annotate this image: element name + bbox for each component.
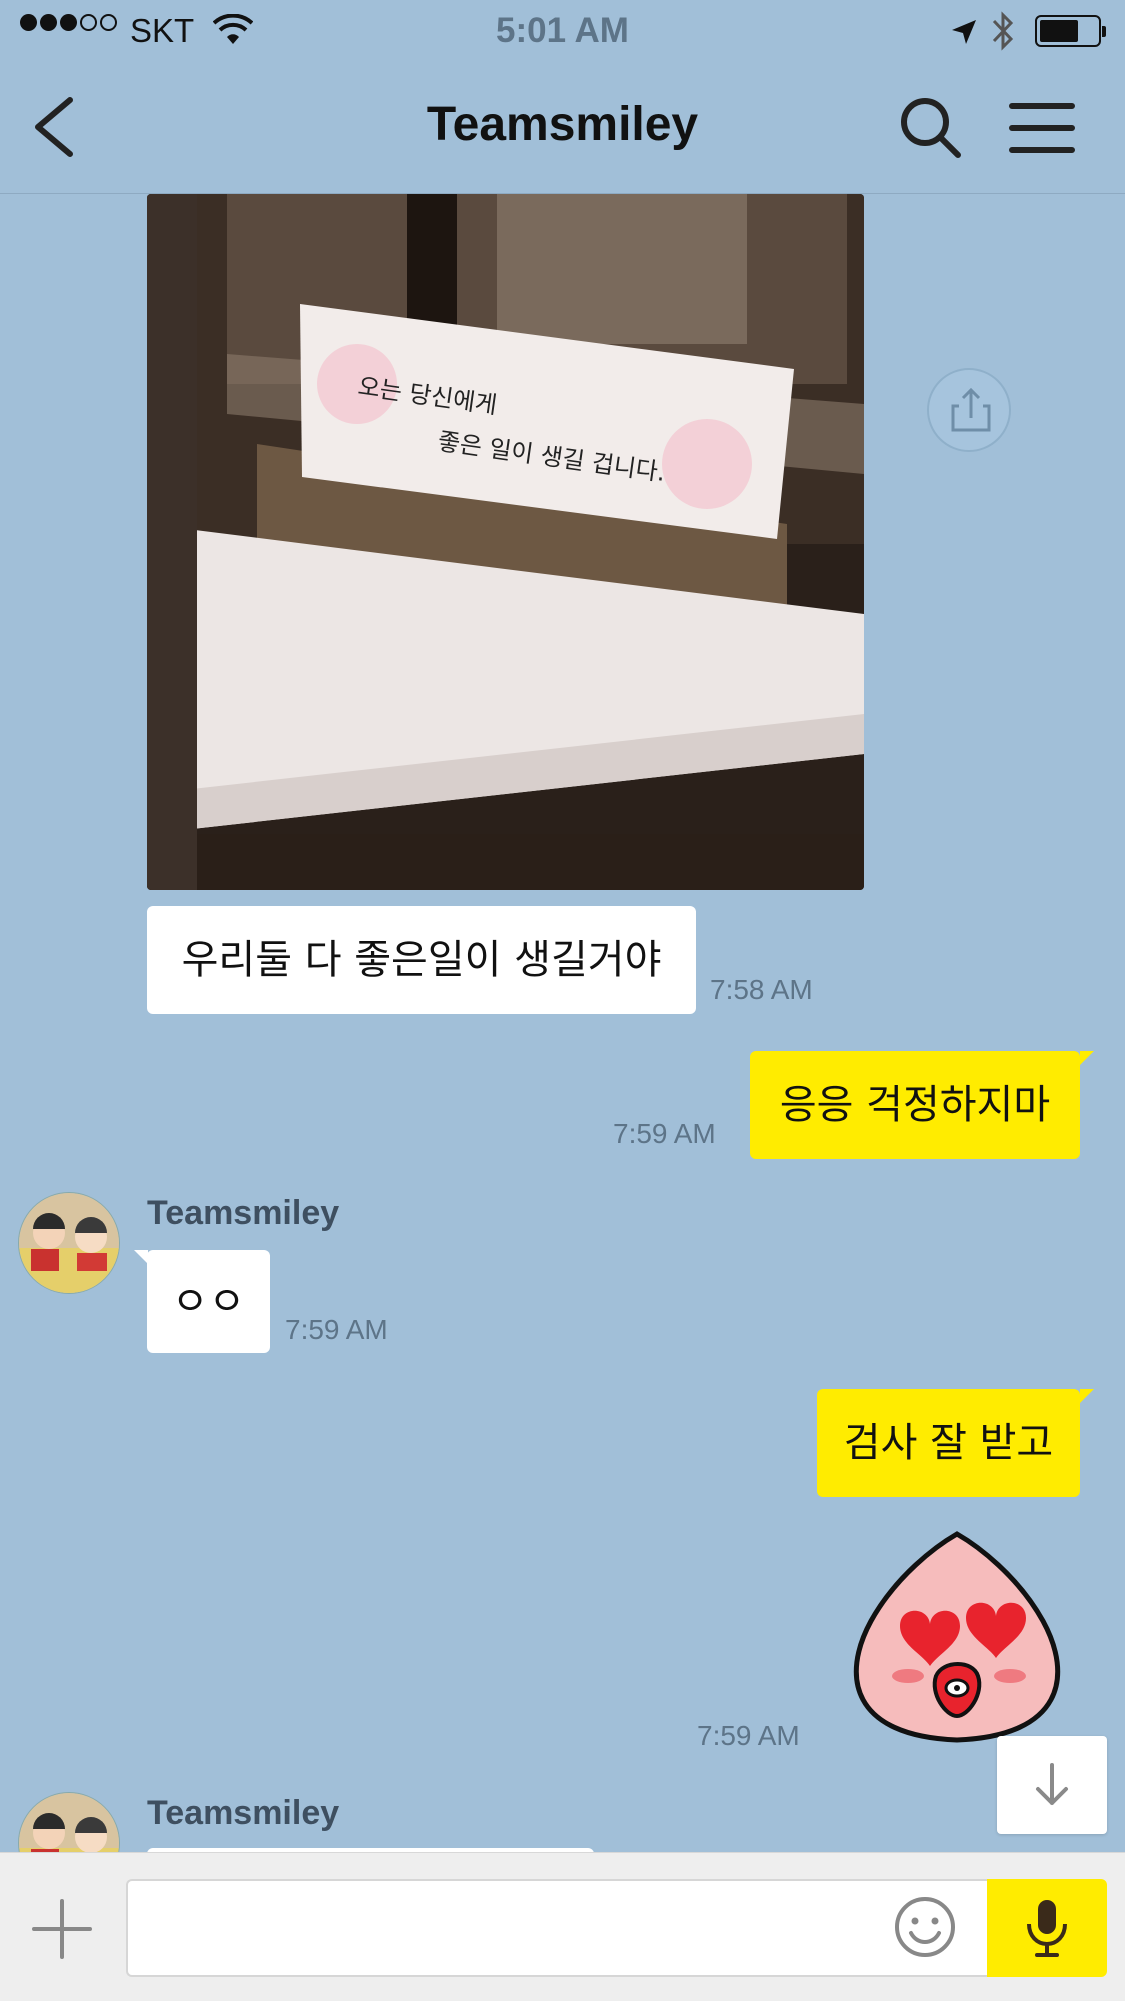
share-icon (951, 387, 991, 432)
avatar[interactable] (18, 1192, 120, 1294)
voice-button[interactable] (987, 1879, 1107, 1977)
search-icon (901, 98, 961, 158)
sender-name: Teamsmiley (147, 1794, 340, 1832)
chat-header: Teamsmiley (0, 62, 1125, 194)
message-bubble-received[interactable]: 우리둘 다 좋은일이 생길거야 (147, 906, 696, 1014)
photo-message[interactable]: 오는 당신에게 좋은 일이 생길 겁니다. (147, 194, 864, 890)
menu-button[interactable] (1008, 100, 1076, 156)
bluetooth-icon (990, 11, 1016, 59)
scroll-to-bottom-button[interactable] (997, 1736, 1107, 1834)
emoji-icon (895, 1897, 955, 1957)
plus-icon (32, 1899, 92, 1959)
avatar[interactable] (18, 1792, 120, 1852)
message-input-bar (0, 1852, 1125, 2001)
search-button[interactable] (895, 92, 965, 162)
chat-messages[interactable]: 오는 당신에게 좋은 일이 생길 겁니다. 우리둘 다 좋은일이 생길거야 7:… (0, 194, 1125, 1852)
message-time: 7:59 AM (613, 1118, 716, 1149)
emoji-button[interactable] (893, 1895, 957, 1959)
message-bubble-sent[interactable]: 검사 잘 받고 (817, 1389, 1094, 1497)
microphone-icon (1027, 1900, 1067, 1957)
sender-name: Teamsmiley (147, 1194, 340, 1232)
message-input[interactable] (126, 1879, 988, 1977)
battery-icon (1035, 15, 1106, 47)
hamburger-menu-icon (1009, 103, 1075, 153)
share-button[interactable] (927, 368, 1011, 452)
message-bubble-received[interactable]: ㅇㅇ (134, 1250, 270, 1353)
message-time: 7:58 AM (710, 974, 813, 1005)
message-time: 7:59 AM (697, 1720, 800, 1751)
attach-button[interactable] (30, 1897, 94, 1961)
peach-heart-eyes-sticker[interactable] (838, 1526, 1076, 1748)
message-time: 7:59 AM (285, 1314, 388, 1345)
location-arrow-icon (950, 15, 978, 54)
status-bar: SKT 5:01 AM (0, 0, 1125, 62)
arrow-down-icon (1036, 1763, 1068, 1805)
message-bubble-sent[interactable]: 응응 걱정하지마 (750, 1051, 1094, 1159)
